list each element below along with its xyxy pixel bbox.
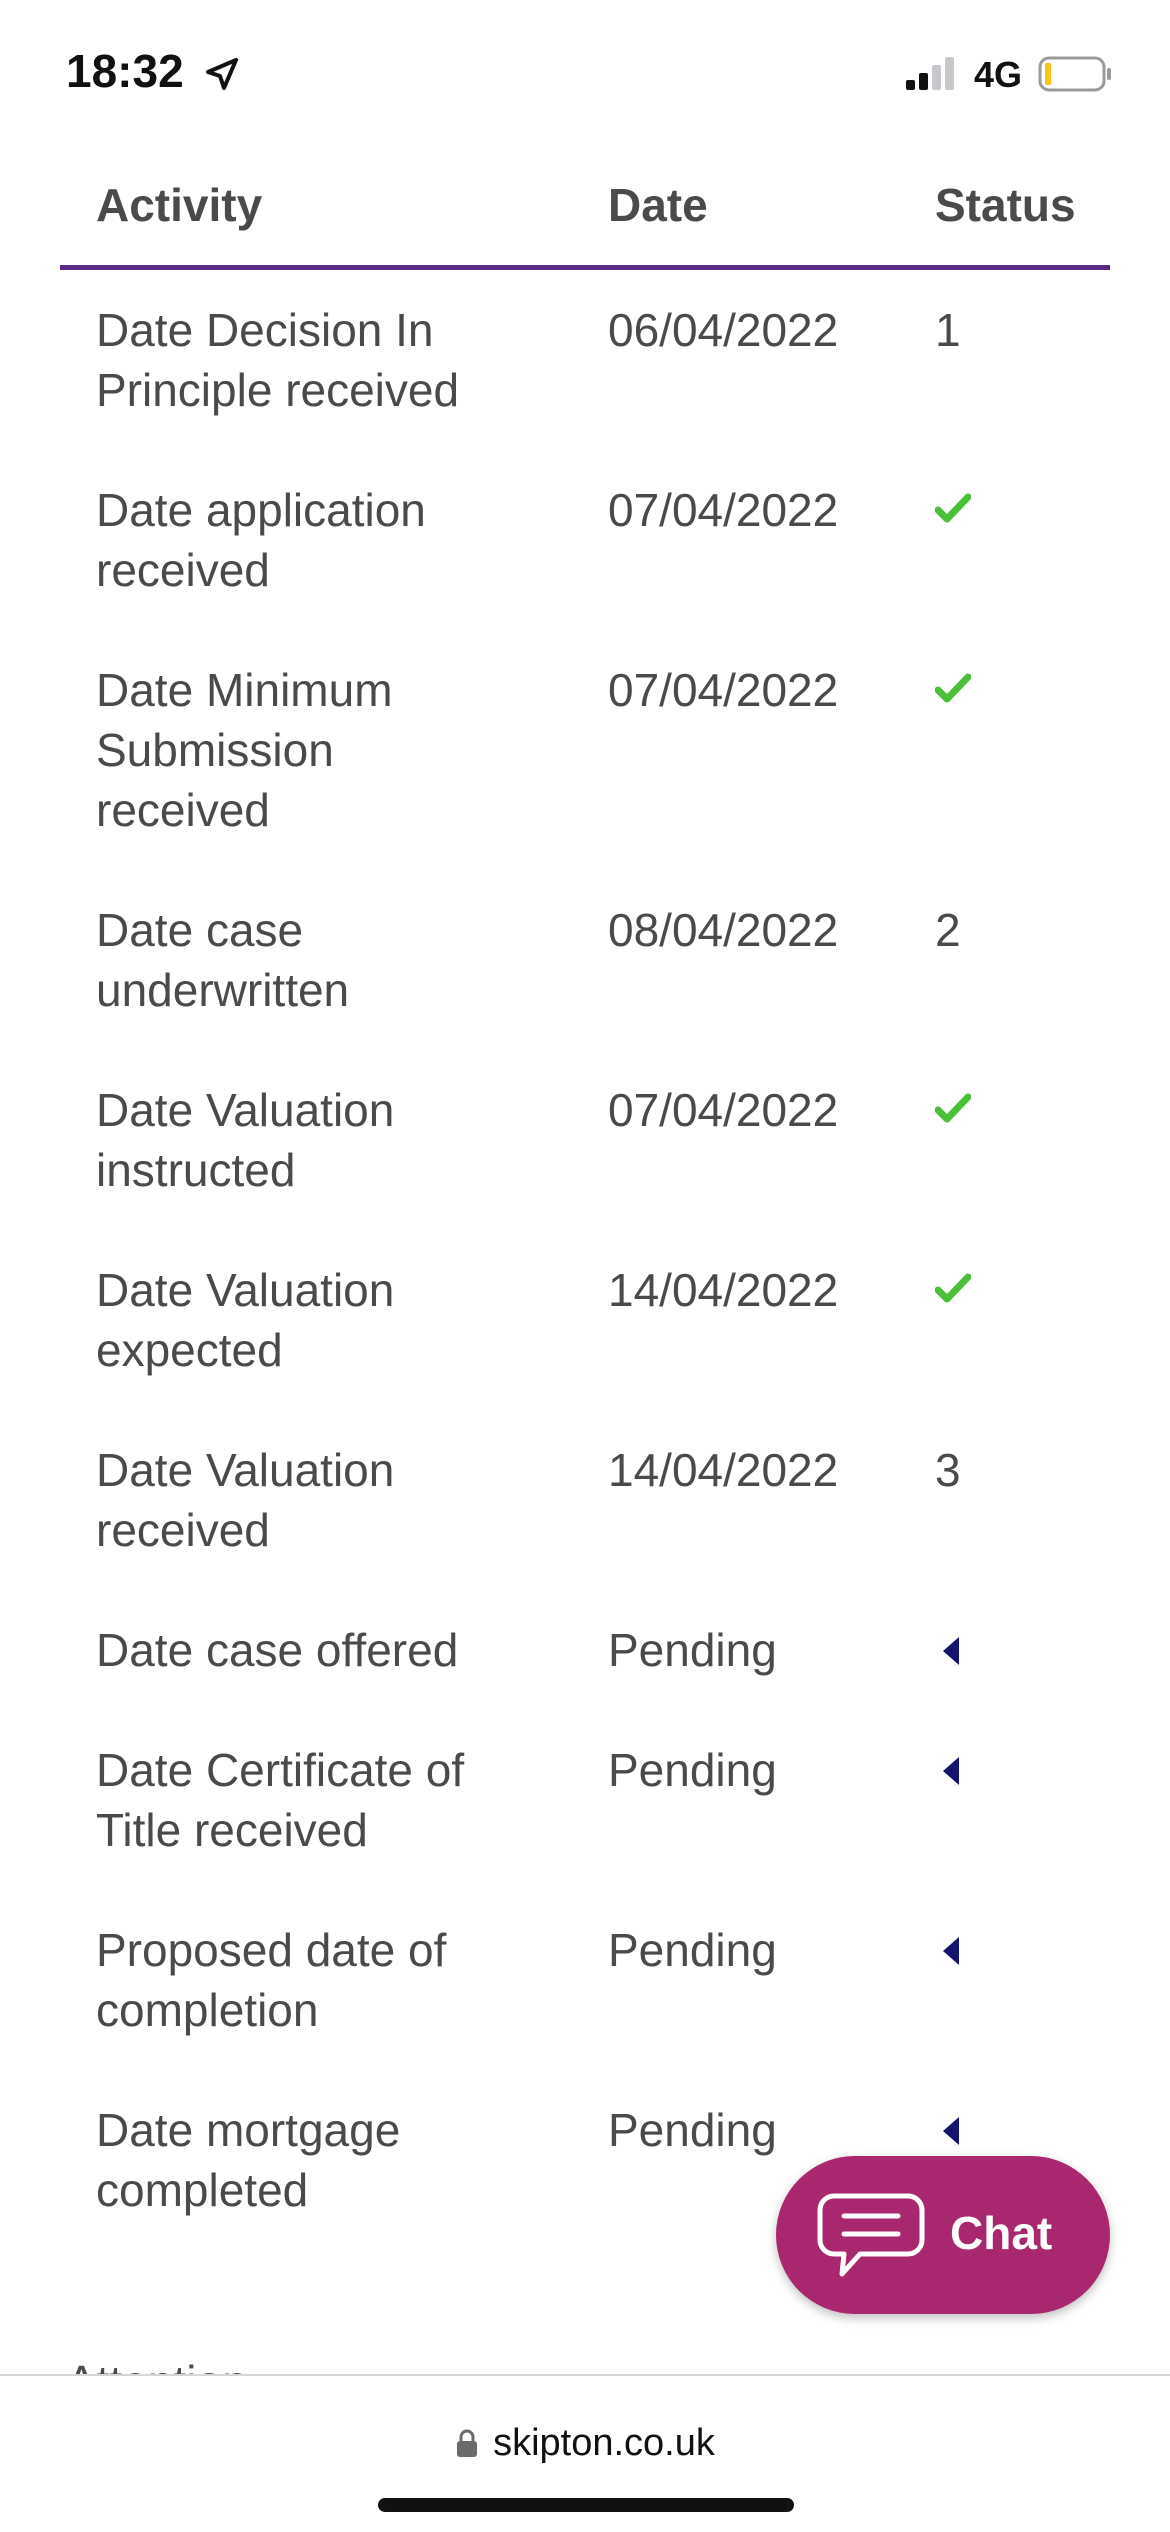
status-cell <box>935 1920 1015 1980</box>
status-cell: 3 <box>935 1444 961 1496</box>
home-indicator[interactable] <box>378 2498 794 2512</box>
url-display[interactable]: skipton.co.uk <box>0 2422 1170 2465</box>
date-cell: 14/04/2022 <box>608 1264 839 1316</box>
table-row: Date Valuation instructed 07/04/2022 <box>60 1080 1110 1260</box>
status-cell: 2 <box>935 904 961 956</box>
date-cell: 07/04/2022 <box>608 664 839 716</box>
cellular-signal-icon <box>906 57 954 90</box>
column-header-status: Status <box>935 179 1076 231</box>
date-cell: 06/04/2022 <box>608 304 839 356</box>
activity-cell: Proposed date of completion <box>96 1924 447 2036</box>
activity-cell: Date Valuation expected <box>96 1264 395 1376</box>
activity-cell: Date Minimum Submission received <box>96 664 393 836</box>
date-cell: Pending <box>608 2104 777 2156</box>
status-cell <box>935 1260 1015 1320</box>
date-cell: 08/04/2022 <box>608 904 839 956</box>
status-bar: 18:32 4G <box>0 0 1170 150</box>
section-heading-partial: Attention <box>66 2352 466 2376</box>
speech-bubble-icon <box>817 2193 925 2277</box>
network-type: 4G <box>974 54 1023 95</box>
lock-icon <box>457 2429 478 2457</box>
date-cell: Pending <box>608 1624 777 1676</box>
left-arrow-icon <box>943 1937 959 1965</box>
table-row: Proposed date of completion Pending <box>60 1920 1110 2100</box>
activity-cell: Date Valuation instructed <box>96 1084 395 1196</box>
table-row: Date application received 07/04/2022 <box>60 480 1110 660</box>
status-cell <box>935 660 1015 720</box>
activity-cell: Date case underwritten <box>96 904 350 1016</box>
location-arrow-icon <box>206 58 238 90</box>
date-cell: 07/04/2022 <box>608 484 839 536</box>
application-progress-table: Activity Date Status Date Decision In Pr… <box>60 160 1110 2280</box>
check-icon <box>935 1093 971 1123</box>
column-header-activity: Activity <box>96 179 263 231</box>
column-header-date: Date <box>608 179 708 231</box>
check-icon <box>935 493 971 523</box>
left-arrow-icon <box>943 1637 959 1665</box>
browser-address-bar[interactable]: skipton.co.uk <box>0 2374 1170 2532</box>
check-icon <box>935 1273 971 1303</box>
table-row: Date Decision In Principle received 06/0… <box>60 300 1110 480</box>
status-cell <box>935 2100 1015 2160</box>
clock: 18:32 <box>66 45 184 97</box>
status-cell: 1 <box>935 304 961 356</box>
activity-cell: Date case offered <box>96 1624 459 1676</box>
table-row: Date Valuation received 14/04/2022 3 <box>60 1440 1110 1620</box>
chat-button-label: Chat <box>950 2207 1053 2259</box>
status-cell <box>935 1740 1015 1800</box>
table-row: Date case underwritten 08/04/2022 2 <box>60 900 1110 1080</box>
status-cell <box>935 1620 1015 1680</box>
left-arrow-icon <box>943 2117 959 2145</box>
activity-cell: Date Decision In Principle received <box>96 304 460 416</box>
table-row: Date Certificate of Title received Pendi… <box>60 1740 1110 1920</box>
status-cell <box>935 480 1015 540</box>
date-cell: 14/04/2022 <box>608 1444 839 1496</box>
table-row: Date Valuation expected 14/04/2022 <box>60 1260 1110 1440</box>
date-cell: Pending <box>608 1744 777 1796</box>
section-heading-text: Attention <box>66 2352 466 2376</box>
date-cell: 07/04/2022 <box>608 1084 839 1136</box>
chat-button[interactable]: Chat <box>776 2156 1110 2314</box>
table-header: Activity Date Status <box>60 160 1110 270</box>
table-row: Date Minimum Submission received 07/04/2… <box>60 660 1110 900</box>
battery-icon <box>1038 56 1111 92</box>
status-cell <box>935 1080 1015 1140</box>
check-icon <box>935 673 971 703</box>
activity-cell: Date Certificate of Title received <box>96 1744 465 1856</box>
left-arrow-icon <box>943 1757 959 1785</box>
activity-cell: Date application received <box>96 484 426 596</box>
date-cell: Pending <box>608 1924 777 1976</box>
activity-cell: Date Valuation received <box>96 1444 395 1556</box>
url-text: skipton.co.uk <box>493 2422 715 2464</box>
table-row: Date case offered Pending <box>60 1620 1110 1740</box>
activity-cell: Date mortgage completed <box>96 2104 401 2216</box>
